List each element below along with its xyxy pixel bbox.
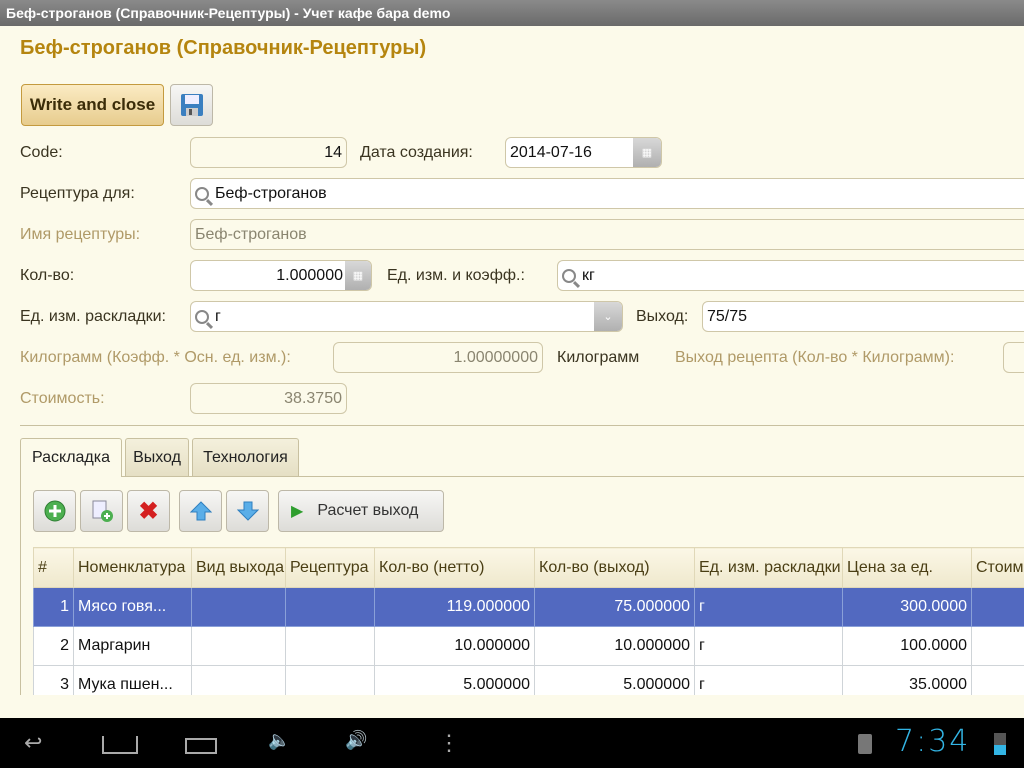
arrow-down-icon <box>236 501 259 521</box>
cost-field[interactable]: 38.3750 <box>190 383 347 414</box>
write-and-close-button[interactable]: Write and close <box>21 84 164 126</box>
copy-document-icon <box>92 500 113 522</box>
output-field[interactable]: 75/75 <box>702 301 1024 332</box>
delete-row-button[interactable]: ✖ <box>127 490 170 532</box>
unit-cell[interactable]: г <box>694 587 843 627</box>
item-cell[interactable]: Маргарин <box>73 626 192 666</box>
unit-coef-value: кг <box>582 266 595 284</box>
volume-up-icon[interactable]: 🔊 <box>345 730 367 751</box>
tab-output[interactable]: Выход <box>125 438 189 476</box>
page-title: Беф-строганов (Справочник-Рецептуры) <box>20 37 427 59</box>
divider <box>20 425 1024 426</box>
search-icon <box>195 309 209 324</box>
qty-field[interactable]: 1.000000 ▦ <box>190 260 372 291</box>
row-number: 2 <box>33 626 74 666</box>
copy-row-button[interactable] <box>80 490 123 532</box>
date-label: Дата создания: <box>360 144 473 161</box>
table-row[interactable]: 1 Мясо говя... 119.000000 75.000000 г 30… <box>33 587 1024 627</box>
column-header[interactable]: Цена за ед. <box>842 547 972 588</box>
sd-card-icon <box>858 734 872 754</box>
search-icon <box>195 186 209 201</box>
recipe-for-value: Беф-строганов <box>215 184 327 202</box>
date-field[interactable]: 2014-07-16 ▦ <box>505 137 662 168</box>
output-type-cell[interactable] <box>191 587 286 627</box>
recipe-output-label: Выход рецепта (Кол-во * Килограмм): <box>675 349 955 366</box>
table-header-row: # Номенклатура Вид выхода Рецептура Кол-… <box>33 547 1024 588</box>
output-qty-cell[interactable]: 10.000000 <box>534 626 695 666</box>
layout-unit-label: Ед. изм. раскладки: <box>20 308 166 325</box>
home-icon[interactable] <box>102 736 138 754</box>
unit-cell[interactable]: г <box>694 626 843 666</box>
output-type-cell[interactable] <box>191 626 286 666</box>
column-header[interactable]: Кол-во (нетто) <box>374 547 535 588</box>
add-row-button[interactable] <box>33 490 76 532</box>
arrow-up-icon <box>189 501 212 521</box>
recipe-cell[interactable] <box>285 587 375 627</box>
clock: 7:34 <box>895 724 971 759</box>
unit-coef-field[interactable]: кг <box>557 260 1024 291</box>
calendar-icon[interactable]: ▦ <box>633 138 661 167</box>
item-cell[interactable]: Мясо говя... <box>73 587 192 627</box>
net-qty-cell[interactable]: 10.000000 <box>374 626 535 666</box>
volume-down-icon[interactable]: 🔈 <box>268 730 290 751</box>
layout-unit-field[interactable]: г ⌄ <box>190 301 623 332</box>
back-icon[interactable]: ↩ <box>24 730 42 756</box>
recent-apps-icon[interactable] <box>185 738 217 754</box>
code-field[interactable]: 14 <box>190 137 347 168</box>
output-label: Выход: <box>636 308 689 325</box>
output-qty-cell[interactable]: 75.000000 <box>534 587 695 627</box>
column-header[interactable]: Вид выхода <box>191 547 286 588</box>
calc-output-label: Расчет выход <box>317 502 419 519</box>
delete-icon: ✖ <box>138 497 159 525</box>
battery-icon <box>994 733 1006 755</box>
column-header[interactable]: Ед. изм. раскладки <box>694 547 843 588</box>
qty-label: Кол-во: <box>20 267 75 284</box>
qty-value: 1.000000 <box>276 266 343 284</box>
calc-output-button[interactable]: ▶ Расчет выход <box>278 490 444 532</box>
play-icon: ▶ <box>291 503 304 520</box>
column-header[interactable]: # <box>33 547 74 588</box>
column-header[interactable]: Стоимость <box>971 547 1024 588</box>
cost-cell[interactable] <box>971 587 1024 627</box>
price-cell[interactable]: 100.0000 <box>842 626 972 666</box>
tab-technology[interactable]: Технология <box>192 438 299 476</box>
column-header[interactable]: Номенклатура <box>73 547 192 588</box>
kg-field[interactable]: 1.00000000 <box>333 342 543 373</box>
move-down-button[interactable] <box>226 490 269 532</box>
layout-unit-value: г <box>215 307 221 325</box>
ingredients-table: # Номенклатура Вид выхода Рецептура Кол-… <box>33 547 1024 705</box>
recipe-cell[interactable] <box>285 626 375 666</box>
table-clip <box>20 695 1024 718</box>
recipe-name-label: Имя рецептуры: <box>20 226 141 243</box>
column-header[interactable]: Кол-во (выход) <box>534 547 695 588</box>
net-qty-cell[interactable]: 119.000000 <box>374 587 535 627</box>
chevron-down-icon[interactable]: ⌄ <box>594 302 622 331</box>
recipe-output-field[interactable] <box>1003 342 1024 373</box>
calculator-icon[interactable]: ▦ <box>345 261 371 290</box>
search-icon <box>562 268 576 283</box>
kg-label: Килограмм (Коэфф. * Осн. ед. изм.): <box>20 349 291 366</box>
window-title-bar: Беф-строганов (Справочник-Рецептуры) - У… <box>0 0 1024 26</box>
code-label: Code: <box>20 144 63 161</box>
add-icon <box>44 500 65 522</box>
tab-layout[interactable]: Раскладка <box>20 438 122 477</box>
recipe-for-label: Рецептура для: <box>20 185 135 202</box>
move-up-button[interactable] <box>179 490 222 532</box>
cost-cell[interactable] <box>971 626 1024 666</box>
recipe-for-field[interactable]: Беф-строганов <box>190 178 1024 209</box>
menu-icon[interactable]: ⋮ <box>438 730 460 756</box>
save-button[interactable] <box>170 84 213 126</box>
recipe-name-field[interactable]: Беф-строганов <box>190 219 1024 250</box>
floppy-disk-icon <box>180 94 203 116</box>
row-number: 1 <box>33 587 74 627</box>
unit-coef-label: Ед. изм. и коэфф.: <box>387 267 525 284</box>
cost-label: Стоимость: <box>20 390 105 407</box>
table-row[interactable]: 2 Маргарин 10.000000 10.000000 г 100.000… <box>33 626 1024 666</box>
date-value: 2014-07-16 <box>510 143 592 161</box>
column-header[interactable]: Рецептура <box>285 547 375 588</box>
kg-unit-label: Килограмм <box>557 349 640 366</box>
price-cell[interactable]: 300.0000 <box>842 587 972 627</box>
